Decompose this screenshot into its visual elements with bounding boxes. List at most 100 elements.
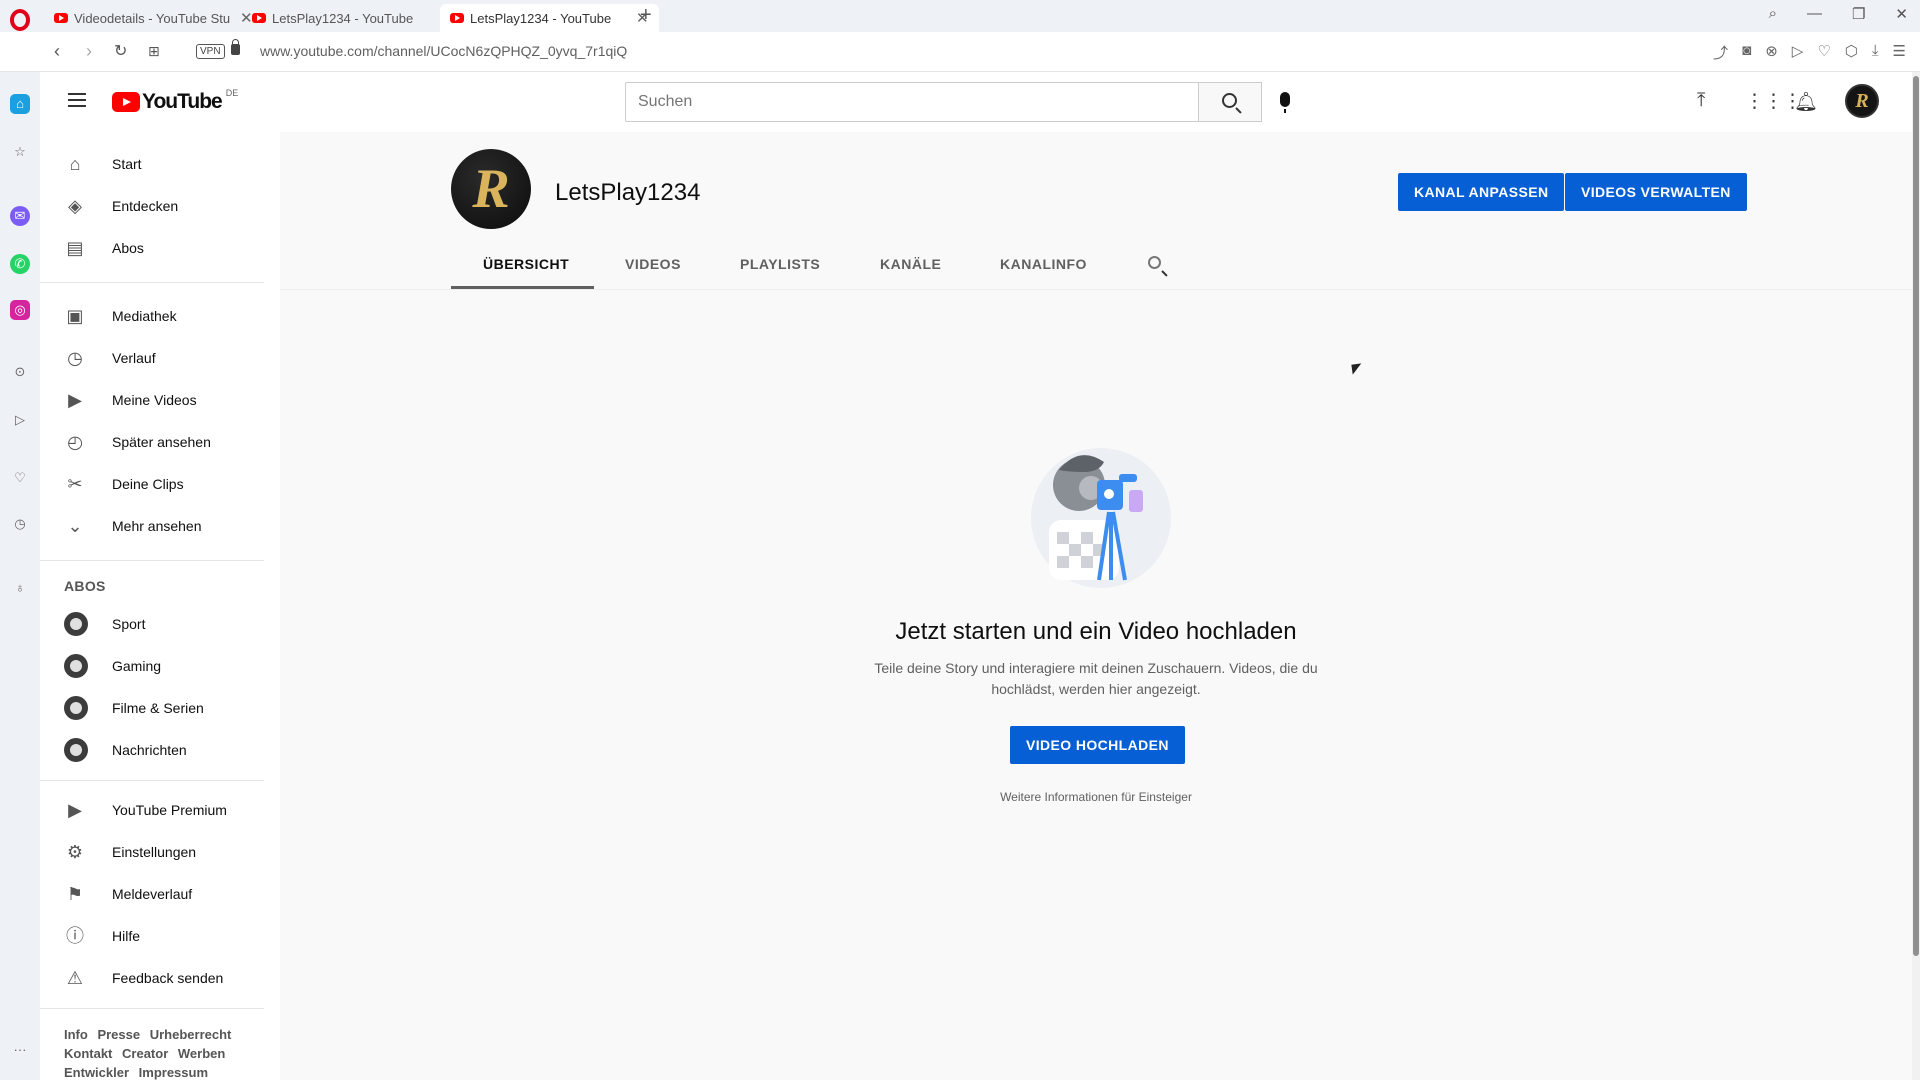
channel-avatar-icon <box>64 696 88 720</box>
footer-link-creator[interactable]: Creator <box>122 1044 168 1063</box>
scrollbar-thumb[interactable] <box>1913 76 1919 956</box>
browser-tab-1[interactable]: Videodetails - YouTube Stu ✕ <box>44 4 263 32</box>
vpn-badge[interactable]: VPN <box>196 44 225 59</box>
tab-playlists[interactable]: PLAYLISTS <box>740 256 820 272</box>
menu-icon[interactable]: ☰ <box>1893 42 1906 63</box>
forward-icon[interactable]: › <box>86 41 92 62</box>
sub-item-sport[interactable]: Sport <box>40 604 280 644</box>
heart-icon[interactable]: ♡ <box>10 468 30 488</box>
send-icon[interactable]: ▷ <box>10 410 30 430</box>
nav-item-youtube-premium[interactable]: ▶ YouTube Premium <box>40 790 280 830</box>
nav-item-deine-clips[interactable]: ✂ Deine Clips <box>40 464 280 504</box>
empty-state-subtitle: Teile deine Story und interagiere mit de… <box>874 660 1318 697</box>
share-icon[interactable]: ⤴ <box>1713 42 1728 63</box>
restore-icon[interactable]: ❐ <box>1852 5 1865 23</box>
nav-item-entdecken[interactable]: ◈ Entdecken <box>40 186 280 226</box>
instagram-icon[interactable]: ◎ <box>10 300 30 320</box>
nav-item-label: Später ansehen <box>112 434 211 450</box>
player-icon[interactable]: ▷ <box>1792 42 1804 63</box>
youtube-logo[interactable]: YouTube DE <box>112 88 238 114</box>
tab-videos[interactable]: VIDEOS <box>625 256 681 272</box>
nav-item-label: Feedback senden <box>112 970 224 986</box>
history-icon[interactable]: ◷ <box>10 514 30 534</box>
search-button[interactable] <box>1198 82 1262 122</box>
search-tabs-icon[interactable]: ⌕ <box>1769 5 1777 23</box>
nav-item-spaeter-ansehen[interactable]: ◴ Später ansehen <box>40 422 280 462</box>
nav-item-label: Verlauf <box>112 350 156 366</box>
home-icon: ⌂ <box>69 154 81 174</box>
browser-tab-2[interactable]: LetsPlay1234 - YouTube ✕ <box>242 4 461 32</box>
more-icon[interactable]: ··· <box>10 1040 30 1060</box>
empty-state-title: Jetzt starten und ein Video hochladen <box>895 618 1297 645</box>
footer-links: Info Presse Urheberrecht Kontakt Creator… <box>64 1025 264 1082</box>
footer-link-werben[interactable]: Werben <box>178 1044 225 1063</box>
lock-icon[interactable] <box>231 39 240 55</box>
page-scrollbar[interactable] <box>1912 72 1920 1080</box>
footer-link-urheberrecht[interactable]: Urheberrecht <box>150 1025 232 1044</box>
minimize-icon[interactable]: — <box>1807 5 1822 23</box>
extensions-icon[interactable]: ⬡ <box>1845 42 1858 63</box>
nav-item-start[interactable]: ⌂ Start <box>40 144 280 184</box>
footer-link-entwickler[interactable]: Entwickler <box>64 1063 129 1082</box>
nav-item-mediathek[interactable]: ▣ Mediathek <box>40 296 280 336</box>
snapshot-icon[interactable]: ◙ <box>1742 42 1751 63</box>
footer-link-info[interactable]: Info <box>64 1025 88 1044</box>
nav-item-mehr-ansehen[interactable]: ⌄ Mehr ansehen <box>40 506 280 546</box>
nav-item-einstellungen[interactable]: ⚙ Einstellungen <box>40 832 280 872</box>
account-avatar[interactable]: R <box>1845 84 1879 118</box>
messenger-icon[interactable]: ✉ <box>10 206 30 226</box>
microphone-icon[interactable] <box>1280 92 1290 113</box>
speed-dial-icon[interactable]: ⊞ <box>148 43 160 60</box>
sub-item-gaming[interactable]: Gaming <box>40 646 280 686</box>
nav-item-feedback-senden[interactable]: ⚠ Feedback senden <box>40 958 280 998</box>
browser-tab-3-active[interactable]: LetsPlay1234 - YouTube ✕ <box>440 4 659 32</box>
heart-icon[interactable]: ♡ <box>1817 42 1830 63</box>
player-icon[interactable]: ⊙ <box>10 362 30 382</box>
nav-item-abos[interactable]: ▤ Abos <box>40 228 280 268</box>
channel-avatar-icon <box>64 738 88 762</box>
sub-item-filme-serien[interactable]: Filme & Serien <box>40 688 280 728</box>
beginner-info-link[interactable]: Weitere Informationen für Einsteiger <box>280 790 1912 804</box>
nav-item-meine-videos[interactable]: ▶ Meine Videos <box>40 380 280 420</box>
upload-icon[interactable]: ⤒ <box>1697 90 1705 112</box>
hamburger-menu-icon[interactable] <box>68 93 86 107</box>
nav-item-verlauf[interactable]: ◷ Verlauf <box>40 338 280 378</box>
footer-link-kontakt[interactable]: Kontakt <box>64 1044 112 1063</box>
footer-link-presse[interactable]: Presse <box>97 1025 140 1044</box>
search-input[interactable] <box>626 83 1198 121</box>
nav-item-hilfe[interactable]: ⓘ Hilfe <box>40 916 280 956</box>
left-navigation: ⌂ Start ◈ Entdecken ▤ Abos ▣ Mediathek ◷… <box>40 132 280 1080</box>
notifications-bell-icon[interactable]: 🔔︎ <box>1794 90 1818 114</box>
nav-item-label: Abos <box>112 240 144 256</box>
upload-video-button[interactable]: VIDEO HOCHLADEN <box>1010 726 1185 764</box>
star-icon[interactable]: ☆ <box>10 142 30 162</box>
channel-name: LetsPlay1234 <box>555 179 701 206</box>
nav-item-meldeverlauf[interactable]: ⚑ Meldeverlauf <box>40 874 280 914</box>
opera-logo-icon[interactable] <box>10 9 30 31</box>
youtube-favicon-icon <box>252 13 266 23</box>
tab-kanalinfo[interactable]: KANALINFO <box>1000 256 1087 272</box>
new-tab-icon[interactable]: + <box>640 4 652 27</box>
subscriptions-icon: ▤ <box>66 238 84 258</box>
lightbulb-icon[interactable]: ♁ <box>10 578 30 598</box>
home-icon[interactable]: ⌂ <box>10 94 30 114</box>
back-icon[interactable]: ‹ <box>54 41 60 62</box>
nav-item-label: Deine Clips <box>112 476 184 492</box>
channel-search-icon[interactable] <box>1148 256 1161 269</box>
nav-divider <box>40 560 264 561</box>
tab-kanaele[interactable]: KANÄLE <box>880 256 941 272</box>
tab-uebersicht[interactable]: ÜBERSICHT <box>483 256 569 272</box>
reload-icon[interactable]: ↻ <box>114 41 127 61</box>
whatsapp-icon[interactable]: ✆ <box>10 254 30 274</box>
sub-item-nachrichten[interactable]: Nachrichten <box>40 730 280 770</box>
adblock-icon[interactable]: ⊗ <box>1765 42 1778 63</box>
tab-title: Videodetails - YouTube Stu <box>74 10 231 26</box>
close-window-icon[interactable]: ✕ <box>1895 5 1908 23</box>
manage-videos-button[interactable]: VIDEOS VERWALTEN <box>1565 173 1747 211</box>
scissors-icon: ✂ <box>67 474 83 494</box>
url-field[interactable]: www.youtube.com/channel/UCocN6zQPHQZ_0yv… <box>260 43 627 59</box>
customize-channel-button[interactable]: KANAL ANPASSEN <box>1398 173 1565 211</box>
channel-avatar[interactable]: R <box>451 149 531 229</box>
download-icon[interactable]: ⤓ <box>1872 42 1879 63</box>
footer-link-impressum[interactable]: Impressum <box>139 1063 208 1082</box>
